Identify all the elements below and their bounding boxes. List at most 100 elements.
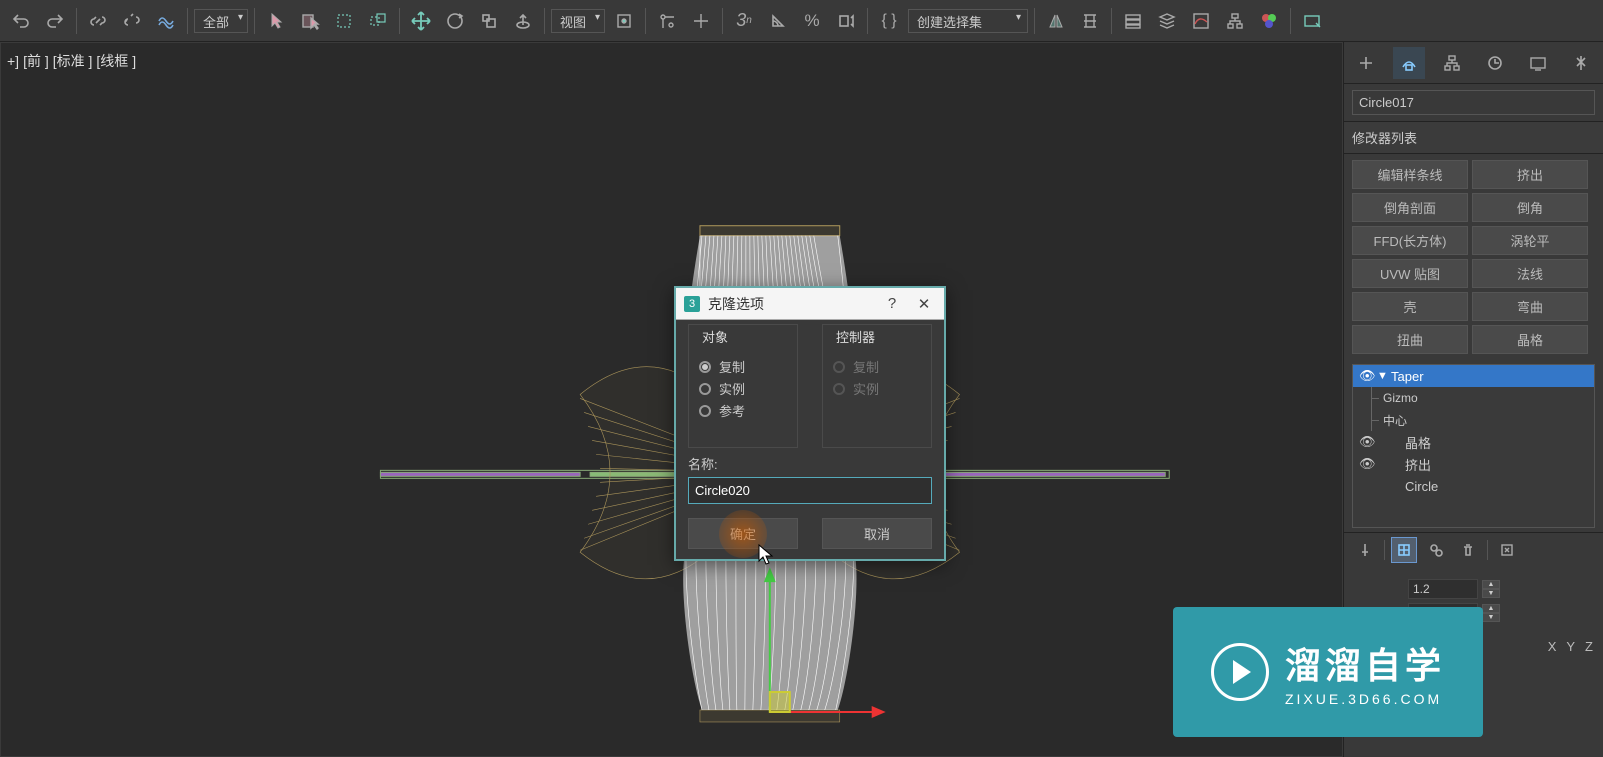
mod-btn-edit-spline[interactable]: 编辑样条线 [1352,160,1468,189]
mod-btn-normal[interactable]: 法线 [1472,259,1588,288]
modifier-list-header[interactable]: 修改器列表 [1344,121,1603,154]
link-icon[interactable] [83,6,113,36]
ok-button[interactable]: 确定 [688,518,798,549]
name-label: 名称: [688,454,932,473]
select-move-icon[interactable] [406,6,436,36]
material-editor-icon[interactable] [1254,6,1284,36]
mod-btn-bevel[interactable]: 倒角 [1472,193,1588,222]
param-amount-input[interactable] [1408,579,1478,599]
tab-create-icon[interactable] [1350,47,1382,79]
mod-btn-ffd-box[interactable]: FFD(长方体) [1352,226,1468,255]
radio-ctrl-copy: 复制 [833,357,921,376]
remove-modifier-icon[interactable] [1455,537,1481,563]
stack-item-taper[interactable]: 👁▼Taper [1353,365,1594,387]
param-spinner-2[interactable]: ▲▼ [1482,604,1500,622]
viewport[interactable]: +] [前 ] [标准 ] [线框 ] [0,42,1343,757]
show-end-result-icon[interactable] [1391,537,1417,563]
select-by-name-icon[interactable] [295,6,325,36]
axis-x[interactable]: X [1548,639,1557,654]
radio-ctrl-instance: 实例 [833,379,921,398]
tab-hierarchy-icon[interactable] [1436,47,1468,79]
snaps-toggle-icon[interactable]: 3n [729,6,759,36]
parameters-rollup: ▲▼ ▲▼ [1344,567,1603,635]
named-sel-set-input[interactable]: 创建选择集 [908,9,1028,33]
select-scale-icon[interactable] [474,6,504,36]
unlink-icon[interactable] [117,6,147,36]
stack-item-gizmo[interactable]: Gizmo [1353,387,1594,409]
viewport-drawing [1,43,1342,757]
close-icon[interactable]: ✕ [912,292,936,316]
cancel-button[interactable]: 取消 [822,518,932,549]
axis-row: X Y Z [1344,635,1603,658]
angle-snap-icon[interactable] [763,6,793,36]
effect-row: 效果: [1344,658,1603,685]
ref-coord-dropdown[interactable]: 视图 [551,9,605,33]
radio-reference[interactable]: 参考 [699,401,787,420]
effect-label: 效果: [1354,662,1384,681]
main-toolbar: 全部 视图 3n % { } 创建选择集 [0,0,1603,42]
object-name-field[interactable]: Circle017 [1352,90,1595,115]
align-icon[interactable] [1075,6,1105,36]
select-manipulate-icon[interactable] [652,6,682,36]
toggle-ribbon-icon[interactable] [1152,6,1182,36]
mod-btn-uvw-map[interactable]: UVW 贴图 [1352,259,1468,288]
param-spinner[interactable]: ▲▼ [1482,580,1500,598]
param-curve-input[interactable] [1408,603,1478,623]
redo-icon[interactable] [40,6,70,36]
command-panel: Circle017 修改器列表 编辑样条线 挤出 倒角剖面 倒角 FFD(长方体… [1343,42,1603,757]
radio-copy[interactable]: 复制 [699,357,787,376]
mod-btn-bevel-profile[interactable]: 倒角剖面 [1352,193,1468,222]
mod-btn-bend[interactable]: 弯曲 [1472,292,1588,321]
layer-explorer-icon[interactable] [1118,6,1148,36]
help-icon[interactable]: ? [880,292,904,316]
stack-item-center[interactable]: 中心 [1353,409,1594,431]
pin-stack-icon[interactable] [1352,537,1378,563]
undo-icon[interactable] [6,6,36,36]
schematic-view-icon[interactable] [1220,6,1250,36]
tab-display-icon[interactable] [1522,47,1554,79]
percent-snap-icon[interactable]: % [797,6,827,36]
object-group: 对象 复制 实例 参考 [688,324,798,448]
window-crossing-icon[interactable] [363,6,393,36]
mod-btn-turbosmooth[interactable]: 涡轮平 [1472,226,1588,255]
clone-options-dialog: 3 克隆选项 ? ✕ 对象 复制 实例 参考 控制器 复制 实例 名称: 确定 [674,286,946,561]
make-unique-icon[interactable] [1423,537,1449,563]
render-setup-icon[interactable] [1297,6,1327,36]
stack-item-circle[interactable]: Circle [1353,475,1594,497]
select-place-icon[interactable] [508,6,538,36]
tab-modify-icon[interactable] [1393,47,1425,79]
mod-btn-extrude[interactable]: 挤出 [1472,160,1588,189]
named-sel-icon[interactable]: { } [874,6,904,36]
axis-y[interactable]: Y [1566,639,1575,654]
name-input[interactable] [688,477,932,504]
panel-tabs [1344,42,1603,84]
keyboard-shortcut-icon[interactable] [686,6,716,36]
controller-group-label: 控制器 [833,327,878,346]
select-rotate-icon[interactable] [440,6,470,36]
select-region-rect-icon[interactable] [329,6,359,36]
mod-btn-shell[interactable]: 壳 [1352,292,1468,321]
spinner-snap-icon[interactable] [831,6,861,36]
object-group-label: 对象 [699,327,731,346]
stack-item-lattice[interactable]: 👁晶格 [1353,431,1594,453]
mirror-icon[interactable] [1041,6,1071,36]
dialog-title: 克隆选项 [708,294,872,314]
mod-btn-twist[interactable]: 扭曲 [1352,325,1468,354]
controller-group: 控制器 复制 实例 [822,324,932,448]
tab-motion-icon[interactable] [1479,47,1511,79]
curve-editor-icon[interactable] [1186,6,1216,36]
select-object-icon[interactable] [261,6,291,36]
axis-z[interactable]: Z [1585,639,1593,654]
app-icon: 3 [684,296,700,312]
dialog-titlebar[interactable]: 3 克隆选项 ? ✕ [676,288,944,320]
use-pivot-center-icon[interactable] [609,6,639,36]
stack-item-extrude[interactable]: 👁挤出 [1353,453,1594,475]
tab-utilities-icon[interactable] [1565,47,1597,79]
selection-filter-dropdown[interactable]: 全部 [194,9,248,33]
stack-tools [1344,532,1603,567]
mod-btn-lattice[interactable]: 晶格 [1472,325,1588,354]
radio-instance[interactable]: 实例 [699,379,787,398]
configure-sets-icon[interactable] [1494,537,1520,563]
bind-space-warp-icon[interactable] [151,6,181,36]
modifier-stack[interactable]: 👁▼Taper Gizmo 中心 👁晶格 👁挤出 Circle [1352,364,1595,528]
